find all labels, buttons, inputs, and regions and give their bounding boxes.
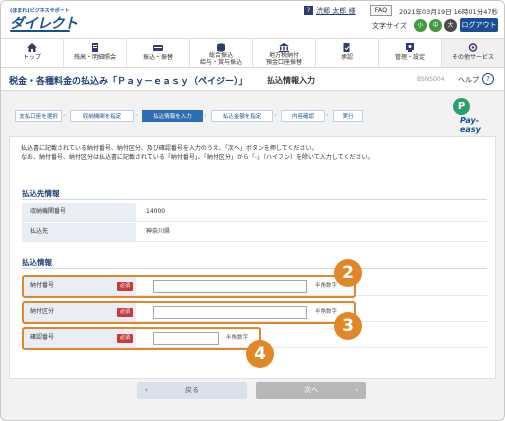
payee-section-title: 払込先情報 <box>22 189 60 198</box>
payeasy-mark: P <box>453 98 470 115</box>
chevron-right-icon: › <box>204 112 207 119</box>
payeasy-wordmark: Pay-easy <box>460 116 481 134</box>
row-label: 払込先 <box>22 223 136 241</box>
next-button[interactable]: 次へ › <box>256 382 366 399</box>
section-divider <box>22 268 487 269</box>
nav-item-local-tax[interactable]: 地方税納付 預金口座振替 <box>253 39 316 67</box>
help-icon[interactable]: ? <box>482 73 494 85</box>
screen-id: BSNS004 <box>417 76 445 83</box>
nav-item-approval[interactable]: 承認 <box>316 39 379 67</box>
step-execute: 実行 <box>333 110 363 122</box>
settings-icon <box>405 43 415 52</box>
chevron-right-icon: › <box>274 112 277 119</box>
nav-item-top[interactable]: トップ <box>1 39 64 67</box>
payee-row-payee: 払込先 神奈川県 <box>22 223 487 242</box>
step-select-institution: 収納機関を指定 <box>70 110 134 122</box>
step-confirm: 内容確認 <box>281 110 325 122</box>
nav-item-settings[interactable]: 管理・設定 <box>379 39 442 67</box>
next-button-label: 次へ <box>304 386 318 394</box>
step-select-account: 支払口座を選択 <box>15 110 62 122</box>
callout-badge-3: 3 <box>334 312 362 340</box>
login-datetime: 2021年03月19日 16時01分47秒 <box>399 8 498 16</box>
institution-number-value: 14000 <box>146 208 166 215</box>
highlight-box <box>22 327 261 350</box>
font-size-label: 文字サイズ <box>372 22 407 30</box>
step-specify-amount: 払込金額を指定 <box>211 110 273 122</box>
section-divider <box>22 199 487 200</box>
logo-swoosh <box>10 30 70 32</box>
nav-item-other-services[interactable]: その他サービス <box>442 39 504 67</box>
app-window: (ほまれ)ビジネスサポート ダイレクト ? 渋郷 太郎 様 FAQ 2021年0… <box>0 0 505 421</box>
payment-section-title: 払込情報 <box>22 258 52 267</box>
nav-item-balance[interactable]: 残高・明細照会 <box>64 39 127 67</box>
page-subtitle: 払込情報入力 <box>267 76 315 85</box>
nav-item-transfer[interactable]: 振込・振替 <box>127 39 190 67</box>
coins-icon <box>216 43 226 52</box>
chevron-right-icon: › <box>326 112 329 119</box>
font-size-small-button[interactable]: 小 <box>414 19 427 32</box>
nav-label: 残高・明細照会 <box>73 54 116 61</box>
chevron-right-icon: › <box>63 112 66 119</box>
page-title-bar: 税金・各種料金の払込み「Ｐａｙ－ｅａｓｙ（ペイジー）」 払込情報入力 BSNS0… <box>1 68 504 91</box>
callout-badge-2: 2 <box>334 259 362 287</box>
nav-label: 承認 <box>340 54 353 61</box>
instruction-line-1: 払込書に記載されている納付番号、納付区分、及び確認番号を入力のうえ、「次へ」ボタ… <box>21 145 318 152</box>
callout-badge-4: 4 <box>246 340 274 368</box>
home-icon <box>27 43 37 52</box>
nav-label: 地方税納付 預金口座振替 <box>265 52 302 66</box>
building-icon <box>279 43 289 52</box>
nav-label: 振込・振替 <box>142 54 173 61</box>
page-title: 税金・各種料金の払込み「Ｐａｙ－ｅａｓｙ（ペイジー）」 <box>9 77 248 87</box>
nav-label: その他サービス <box>451 54 494 61</box>
user-icon: ? <box>304 6 313 15</box>
nav-item-bulk-transfer[interactable]: 総合振込 給与・賞与振込 <box>190 39 253 67</box>
nav-label: トップ <box>22 54 41 61</box>
help-link[interactable]: ヘルプ <box>458 75 479 85</box>
faq-button[interactable]: FAQ <box>370 5 392 16</box>
payeasy-logo: P Pay-easy <box>453 98 493 134</box>
instruction-line-2: なお、納付番号、納付区分は払込書に記載されている「納付番号」、「納付区分」から「… <box>21 154 374 161</box>
payee-row-institution-number: 収納機関番号 14000 <box>22 203 487 222</box>
transfer-icon <box>153 43 163 52</box>
chevron-right-icon: › <box>135 112 138 119</box>
global-nav: トップ 残高・明細照会 振込・振替 総合振込 給与・賞与振込 地方税納付 預金口… <box>1 38 504 68</box>
highlight-box <box>22 301 356 324</box>
back-button[interactable]: ‹ 戻る <box>137 382 247 399</box>
step-input-info: 払込情報を入力 <box>142 110 203 122</box>
chevron-left-icon: ‹ <box>145 386 148 394</box>
nav-label: 総合振込 給与・賞与振込 <box>199 52 242 66</box>
logout-button[interactable]: ログアウト <box>460 18 498 32</box>
other-service-icon <box>468 43 478 52</box>
font-size-large-button[interactable]: 大 <box>444 19 457 32</box>
approve-icon <box>342 43 352 52</box>
back-button-label: 戻る <box>185 386 199 394</box>
highlight-box <box>22 275 356 298</box>
instruction-text: 払込書に記載されている納付番号、納付区分、及び確認番号を入力のうえ、「次へ」ボタ… <box>21 144 491 162</box>
chevron-right-icon: › <box>355 386 358 394</box>
document-icon <box>90 43 100 52</box>
row-label: 収納機関番号 <box>22 203 136 221</box>
header: (ほまれ)ビジネスサポート ダイレクト ? 渋郷 太郎 様 FAQ 2021年0… <box>1 1 504 38</box>
font-size-medium-button[interactable]: 中 <box>429 19 442 32</box>
payee-value: 神奈川県 <box>146 228 171 235</box>
nav-label: 管理・設定 <box>394 54 425 61</box>
user-name-link[interactable]: 渋郷 太郎 様 <box>316 6 355 16</box>
